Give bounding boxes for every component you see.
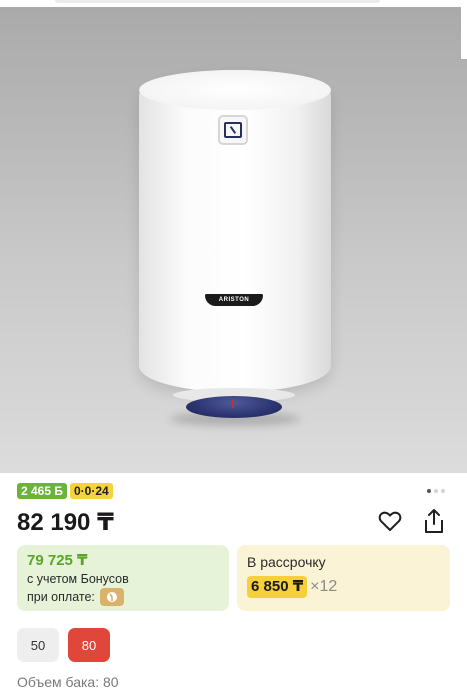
installment-card[interactable]: В рассрочку 6 850 ₸ ×12 bbox=[237, 545, 450, 611]
volume-option-80[interactable]: 80 bbox=[68, 628, 110, 662]
installment-title: В рассрочку bbox=[247, 554, 326, 570]
product-price: 82 190 ₸ bbox=[17, 509, 114, 536]
bonus-line-2-text: при оплате: bbox=[27, 590, 95, 604]
brand-plate: ARISTON bbox=[205, 294, 263, 306]
installment-term: ×12 bbox=[310, 578, 338, 595]
top-strip-line bbox=[55, 0, 380, 3]
installment-row: 6 850 ₸ ×12 bbox=[247, 576, 440, 598]
pager-dot-3 bbox=[441, 489, 445, 493]
bonus-badge: 2 465 Б bbox=[17, 483, 67, 499]
top-strip bbox=[0, 0, 467, 7]
thermometer-icon bbox=[218, 115, 248, 145]
volume-option-50[interactable]: 50 bbox=[17, 628, 59, 662]
bonus-price-card[interactable]: 79 725 ₸ с учетом Бонусов при оплате: bbox=[17, 545, 229, 611]
installment-badge: 0·0·24 bbox=[70, 483, 113, 499]
bonus-line-1: с учетом Бонусов bbox=[27, 570, 219, 588]
right-edge bbox=[461, 7, 467, 59]
water-heater-top bbox=[139, 70, 331, 110]
share-icon[interactable] bbox=[420, 507, 448, 535]
bonus-line-1-text: с учетом Бонусов bbox=[27, 572, 129, 586]
product-image[interactable]: ARISTON bbox=[0, 0, 467, 473]
water-heater-base bbox=[186, 396, 282, 418]
bonus-price: 79 725 ₸ bbox=[27, 552, 88, 569]
payment-logo-icon bbox=[99, 588, 124, 606]
volume-label: Объем бака: 80 bbox=[17, 674, 119, 690]
image-pager-dots bbox=[427, 489, 445, 493]
badges-row: 2 465 Б 0·0·24 bbox=[17, 483, 113, 499]
pager-dot-1 bbox=[427, 489, 431, 493]
bonus-line-2: при оплате: bbox=[27, 588, 219, 606]
installment-amount: 6 850 ₸ bbox=[247, 576, 308, 598]
favorite-heart-icon[interactable] bbox=[376, 507, 404, 535]
brand-text: ARISTON bbox=[218, 297, 250, 303]
pager-dot-2 bbox=[434, 489, 438, 493]
